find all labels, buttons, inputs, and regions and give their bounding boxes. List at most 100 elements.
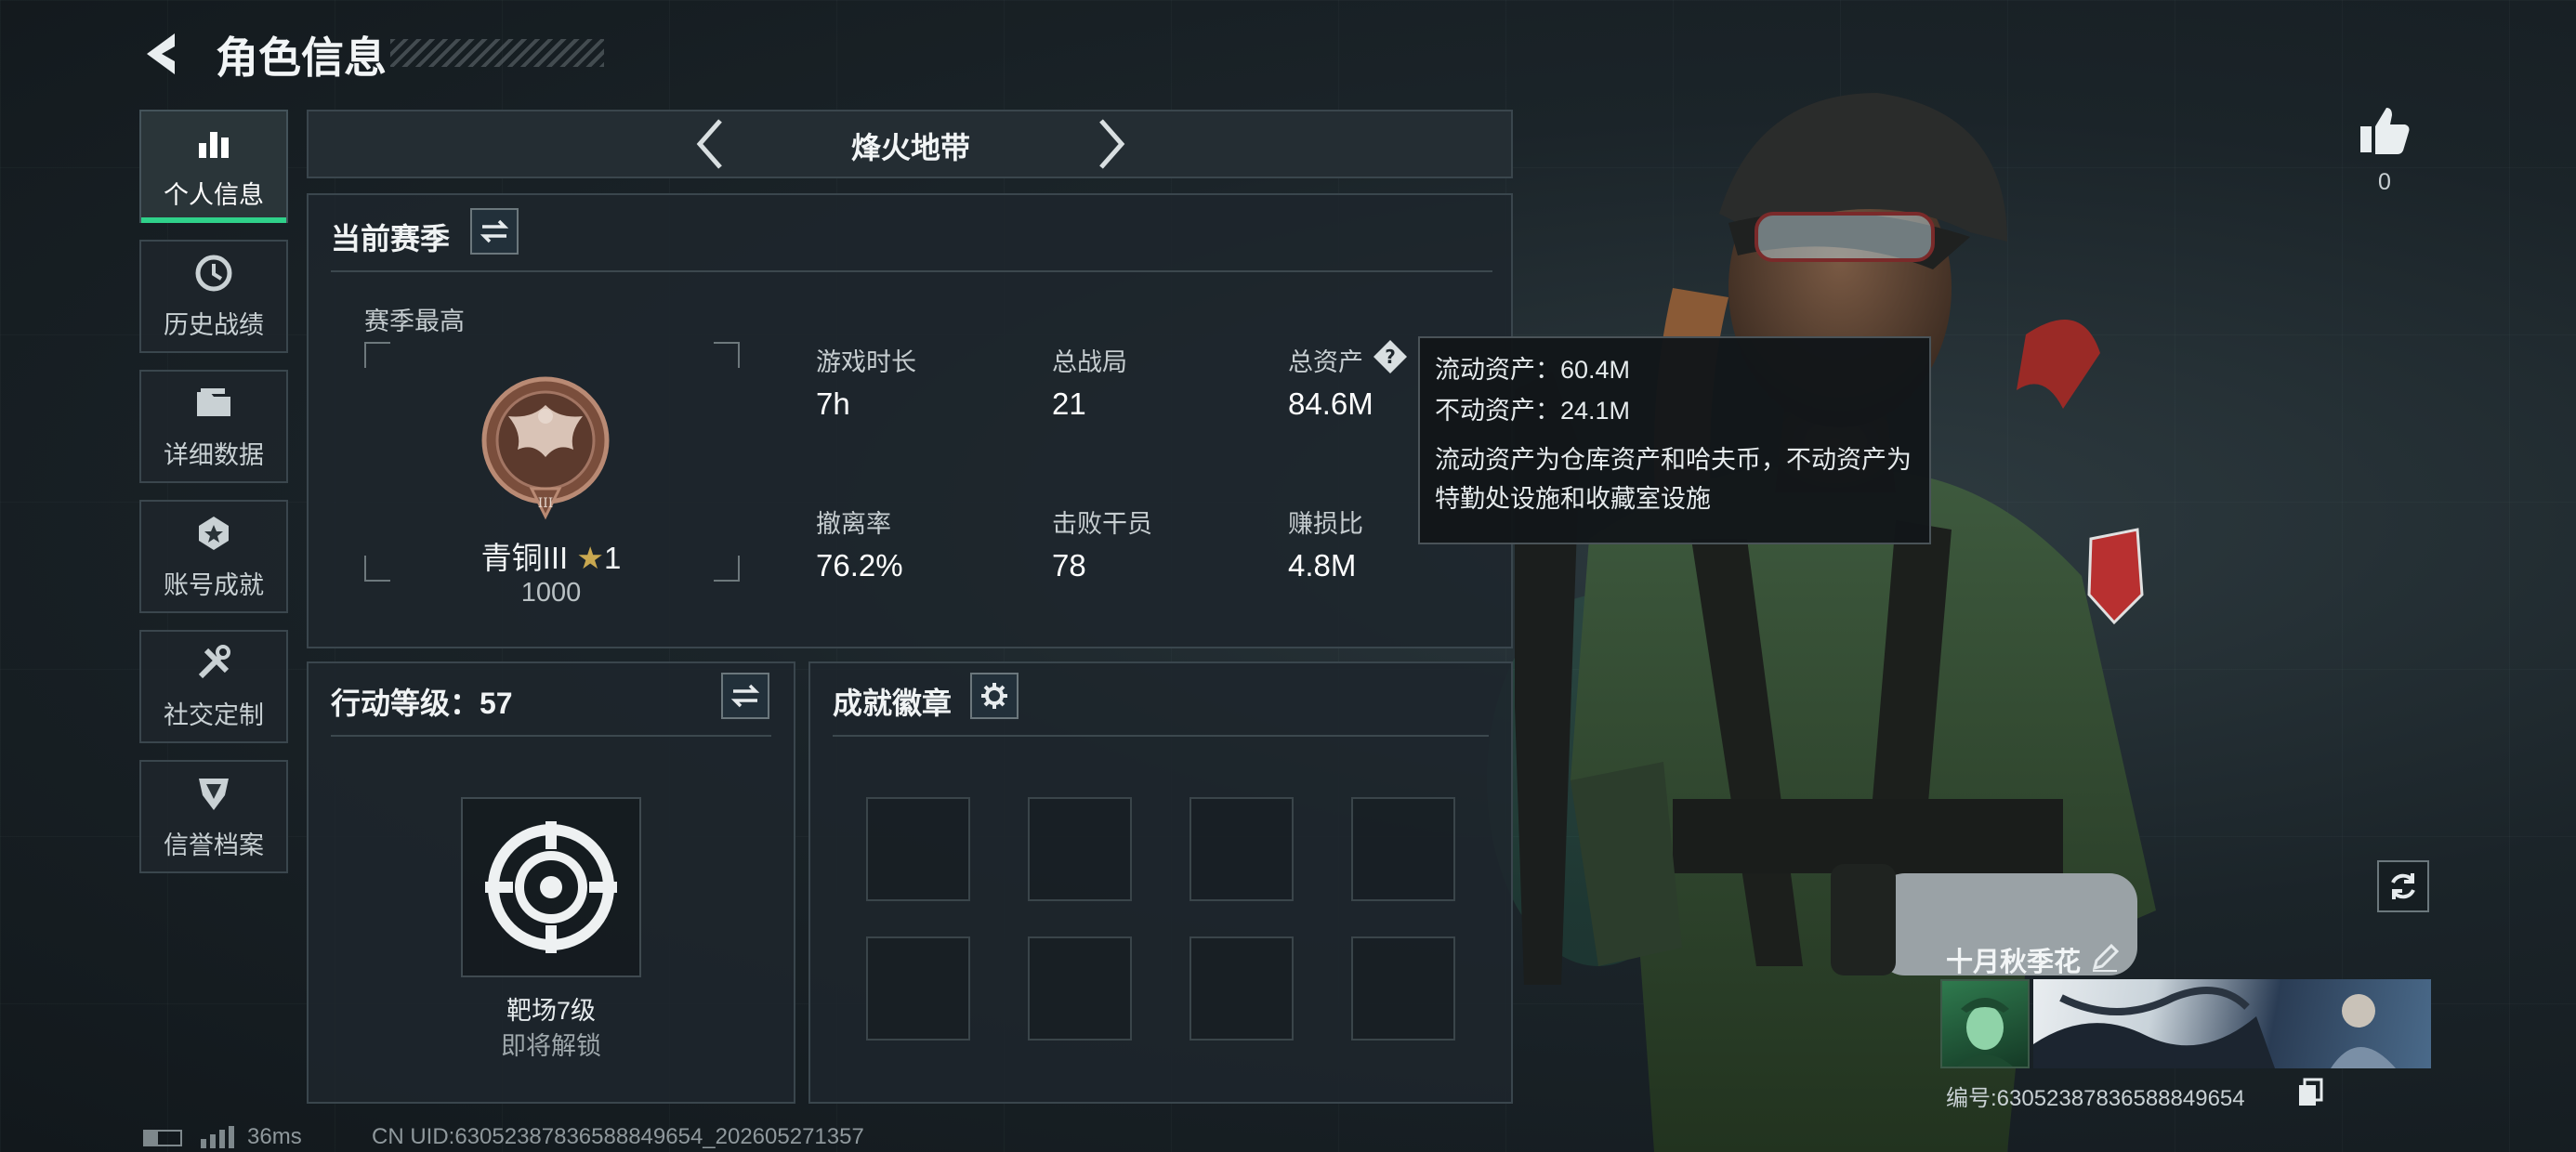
- target-range-tile[interactable]: [461, 797, 641, 977]
- history-clock-icon: [195, 255, 232, 291]
- season-switch-button[interactable]: [470, 208, 519, 255]
- credit-badge-icon: [199, 778, 229, 810]
- stat-value-extract-rate: 76.2%: [816, 548, 903, 583]
- stat-label-profit-ratio: 赚损比: [1288, 510, 1363, 538]
- sidebar-item-credit-profile[interactable]: 信誉档案: [139, 760, 288, 873]
- bronze-rank-emblem: III: [481, 376, 610, 520]
- sidebar-item-label: 账号成就: [164, 570, 264, 599]
- thumbs-up-icon: [2360, 108, 2410, 154]
- tools-icon: [198, 644, 230, 678]
- rank-name-row: 青铜III ★1: [364, 533, 738, 578]
- action-level-title: 行动等级：57: [331, 687, 513, 720]
- stat-label-total-assets: 总资产: [1288, 348, 1363, 376]
- sidebar-item-label: 详细数据: [164, 440, 264, 469]
- unlock-status: 即将解锁: [501, 1032, 601, 1060]
- svg-text:III: III: [538, 496, 554, 511]
- ping-text: 36ms: [247, 1124, 302, 1149]
- sidebar-item-label: 个人信息: [164, 180, 264, 209]
- mode-prev-button[interactable]: [692, 117, 729, 171]
- profile-card: 十月秋季花 编号:63052387836588849654: [1940, 935, 2431, 1122]
- action-level-divider: [331, 735, 771, 737]
- stat-value-total-matches: 21: [1052, 386, 1086, 421]
- mode-label: 烽火地带: [850, 131, 970, 164]
- title-hatch-decoration: [390, 39, 604, 67]
- badge-slot[interactable]: [1351, 797, 1455, 901]
- profile-avatar[interactable]: [1940, 979, 2030, 1068]
- uid-text: CN UID:63052387836588849654_202605271357: [372, 1124, 864, 1149]
- season-best-label: 赛季最高: [364, 308, 465, 335]
- badge-slot[interactable]: [1189, 936, 1294, 1041]
- stat-value-total-assets: 84.6M: [1288, 386, 1373, 421]
- pencil-icon: [2092, 943, 2120, 972]
- svg-text:?: ?: [1385, 346, 1396, 368]
- badges-title: 成就徽章: [833, 687, 953, 720]
- rank-score: 1000: [520, 578, 582, 608]
- stat-label-play-time: 游戏时长: [816, 348, 916, 376]
- refresh-button[interactable]: [2377, 860, 2429, 912]
- sidebar-item-label: 信誉档案: [164, 831, 264, 859]
- stat-label-operators-defeated: 击败干员: [1052, 510, 1152, 538]
- badge-slot[interactable]: [1028, 936, 1132, 1041]
- back-button[interactable]: [139, 28, 195, 80]
- bar-chart-icon: [199, 131, 229, 158]
- stat-label-total-matches: 总战局: [1052, 348, 1127, 376]
- refresh-icon: [2391, 873, 2415, 899]
- badge-slot[interactable]: [1028, 797, 1132, 901]
- target-icon: [485, 821, 617, 953]
- copy-icon: [2299, 1078, 2323, 1106]
- swap-icon: [730, 684, 760, 708]
- badge-slot[interactable]: [1189, 797, 1294, 901]
- like-button[interactable]: [2357, 102, 2412, 158]
- unlock-name: 靶场7级: [506, 997, 597, 1025]
- stat-value-profit-ratio: 4.8M: [1288, 548, 1357, 583]
- mode-next-button[interactable]: [1092, 117, 1129, 171]
- copy-id-button[interactable]: [2297, 1078, 2325, 1107]
- banner-art: [2033, 987, 2396, 1068]
- back-arrow-icon: [147, 33, 175, 74]
- season-divider: [331, 270, 1492, 272]
- folder-icon: [197, 387, 230, 416]
- page-title: 角色信息: [216, 33, 387, 82]
- gear-icon: [981, 683, 1007, 709]
- stat-value-operators-defeated: 78: [1052, 548, 1086, 583]
- frame-corner: [714, 342, 740, 368]
- rank-stars: 1: [603, 541, 622, 575]
- achievement-icon: [199, 516, 229, 550]
- stat-value-play-time: 7h: [816, 386, 850, 421]
- badge-slot[interactable]: [866, 936, 970, 1041]
- edit-name-button[interactable]: [2089, 942, 2121, 974]
- frame-corner: [364, 342, 390, 368]
- like-count: 0: [2378, 169, 2391, 195]
- battery-icon: [143, 1130, 182, 1146]
- signal-icon: [201, 1126, 234, 1148]
- sidebar-item-detailed-data[interactable]: 详细数据: [139, 370, 288, 483]
- badges-settings-button[interactable]: [970, 673, 1019, 719]
- tooltip-description: 流动资产为仓库资产和哈夫币，不动资产为特勤处设施和收藏室设施: [1435, 446, 1912, 513]
- swap-icon: [480, 219, 509, 243]
- profile-id-row: 编号:63052387836588849654: [1946, 1080, 2245, 1112]
- star-icon: ★: [576, 541, 604, 575]
- sidebar-item-personal-info[interactable]: 个人信息: [139, 110, 288, 223]
- assets-tooltip: 流动资产：60.4M 不动资产：24.1M 流动资产为仓库资产和哈夫币，不动资产…: [1418, 336, 1931, 544]
- tooltip-fixed-assets: 不动资产：24.1M: [1435, 397, 1631, 425]
- season-title: 当前赛季: [331, 222, 451, 255]
- help-icon[interactable]: ?: [1372, 338, 1409, 375]
- profile-id: 编号:63052387836588849654: [1946, 1086, 2245, 1111]
- sidebar-item-label: 社交定制: [164, 700, 264, 729]
- stat-label-extract-rate: 撤离率: [816, 510, 891, 538]
- sidebar-item-history[interactable]: 历史战绩: [139, 240, 288, 353]
- chevron-left-icon: [696, 119, 722, 169]
- profile-name-row: 十月秋季花: [1946, 940, 2081, 979]
- sidebar-item-label: 历史战绩: [164, 310, 264, 339]
- chevron-right-icon: [1099, 119, 1125, 169]
- tooltip-liquid-assets: 流动资产：60.4M: [1435, 356, 1631, 384]
- profile-banner[interactable]: [2033, 979, 2431, 1068]
- sidebar-item-achievements[interactable]: 账号成就: [139, 500, 288, 613]
- action-level-switch-button[interactable]: [721, 673, 769, 719]
- avatar-portrait-icon: [1957, 998, 2013, 1067]
- badges-divider: [833, 735, 1489, 737]
- sidebar-item-social-custom[interactable]: 社交定制: [139, 630, 288, 743]
- badge-slot[interactable]: [1351, 936, 1455, 1041]
- profile-name: 十月秋季花: [1946, 948, 2082, 977]
- badge-slot[interactable]: [866, 797, 970, 901]
